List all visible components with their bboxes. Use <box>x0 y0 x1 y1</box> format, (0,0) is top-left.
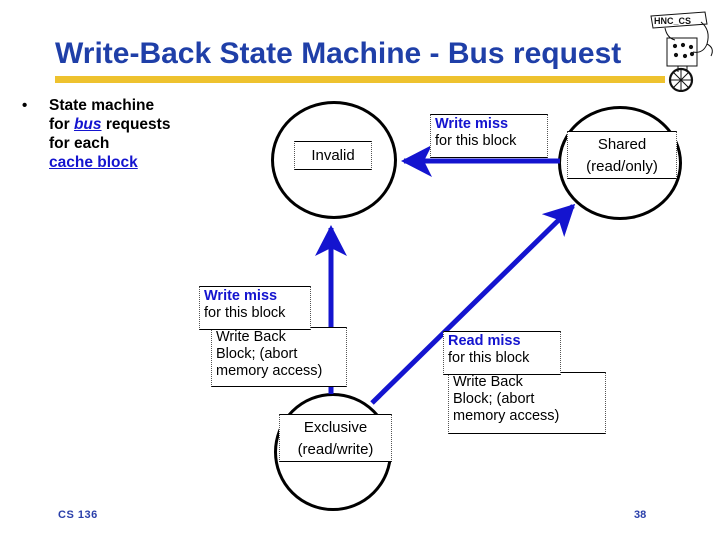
state-label-shared-line1: Shared <box>597 136 647 153</box>
svg-text:HNC_CS: HNC_CS <box>654 16 691 26</box>
annotation-write-back-right: Write Back Block; (abort memory access) <box>448 372 606 434</box>
annotation-read-miss-right-plain: for this block <box>448 350 530 366</box>
bullet-line-3: for each <box>49 135 110 152</box>
footer-page-number: 38 <box>634 509 647 521</box>
state-label-shared: Shared (read/only) <box>567 131 677 179</box>
bullet-line-1: State machine <box>49 97 155 114</box>
annotation-write-back-left-line3: memory access) <box>216 363 323 379</box>
annotation-read-miss-right-bold: Read miss <box>448 333 521 349</box>
annotation-write-back-right-line1: Write Back <box>453 374 523 390</box>
annotation-write-back-right-line2: Block; (abort <box>453 391 535 407</box>
bullet-line-2-pre: for <box>49 116 74 133</box>
state-label-exclusive-line1: Exclusive <box>303 419 368 436</box>
state-label-invalid: Invalid <box>294 141 372 170</box>
bullet-line-2-post: requests <box>101 116 171 133</box>
page-title: Write-Back State Machine - Bus request <box>55 37 622 70</box>
state-label-exclusive-line2: (read/write) <box>297 441 374 458</box>
title-underline-rule <box>55 76 665 83</box>
annotation-write-miss-top-bold: Write miss <box>435 116 509 132</box>
annotation-write-back-left: Write Back Block; (abort memory access) <box>211 327 347 387</box>
annotation-write-back-left-line1: Write Back <box>216 329 286 345</box>
annotation-write-miss-top: Write miss for this block <box>430 114 548 158</box>
footer-course-label: CS 136 <box>58 509 98 521</box>
bullet-line-2: for bus requests <box>49 115 272 134</box>
annotation-write-miss-middle: Write miss for this block <box>199 286 311 330</box>
bus-keyword-link[interactable]: bus <box>74 116 102 133</box>
bullet-marker: • <box>22 97 28 114</box>
annotation-write-back-right-line3: memory access) <box>453 408 560 424</box>
bullet-text-block: • State machine for bus requests for eac… <box>22 96 272 172</box>
annotation-write-miss-middle-plain: for this block <box>204 305 286 321</box>
state-label-exclusive: Exclusive (read/write) <box>279 414 392 462</box>
annotation-write-back-left-line2: Block; (abort <box>216 346 298 362</box>
bullet-lines: State machine for bus requests for each … <box>49 96 272 172</box>
annotation-read-miss-right: Read miss for this block <box>443 331 561 375</box>
state-label-shared-line2: (read/only) <box>586 158 658 175</box>
hnc-cs-unicycle-logo-icon: HNC_CS <box>650 11 713 92</box>
slide-canvas: Write-Back State Machine - Bus request H… <box>0 0 720 540</box>
annotation-write-miss-top-plain: for this block <box>435 133 517 149</box>
annotation-write-miss-middle-bold: Write miss <box>204 288 278 304</box>
cache-block-link[interactable]: cache block <box>49 153 272 172</box>
